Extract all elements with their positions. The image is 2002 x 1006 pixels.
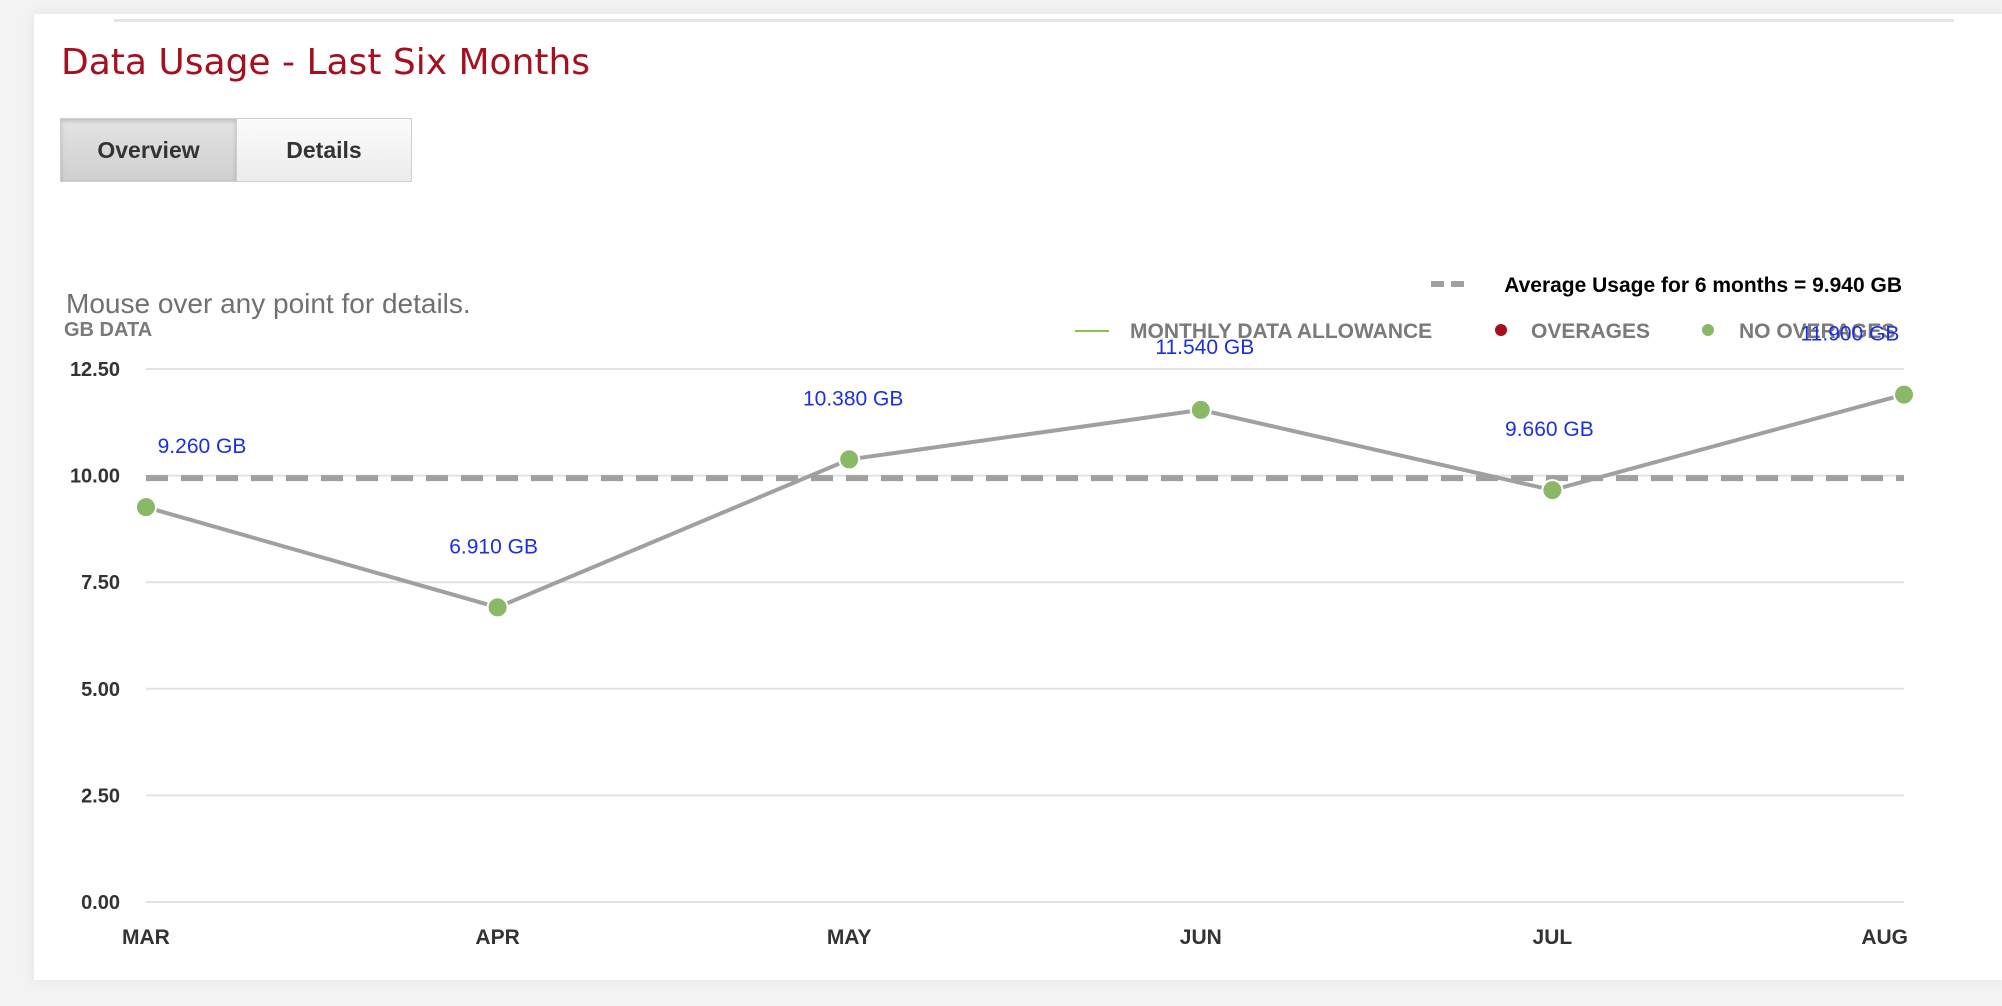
legend: Average Usage for 6 months = 9.940 GBMON…	[1075, 274, 1902, 343]
data-labels-layer: 9.260 GB 6.910 GB 10.380 GB 11.540 GB 9.660 …	[158, 323, 1900, 559]
data-label: 10.380 GB	[803, 387, 903, 410]
x-tick-label: JUL	[1533, 926, 1573, 949]
data-label: 9.660 GB	[1505, 418, 1594, 441]
series-line-layer	[145, 392, 1905, 610]
y-tick-label: 0.00	[81, 892, 120, 914]
average-legend-label: Average Usage for 6 months = 9.940 GB	[1504, 274, 1902, 297]
y-tick-label: 7.50	[81, 572, 120, 594]
overages-legend-swatch	[1495, 324, 1507, 336]
x-tick-label: MAY	[827, 926, 872, 949]
y-tick-label: 5.00	[81, 679, 120, 701]
y-tick-label: 10.00	[70, 466, 120, 488]
data-label: 11.900 GB	[1801, 323, 1900, 346]
no-overages-legend-swatch	[1702, 324, 1714, 336]
data-point-jul[interactable]	[1541, 479, 1564, 502]
data-point-mar[interactable]	[135, 496, 157, 519]
data-label: 6.910 GB	[449, 535, 538, 558]
data-label: 11.540 GB	[1155, 336, 1254, 359]
data-point-apr[interactable]	[486, 596, 509, 619]
x-tick-label: AUG	[1861, 926, 1908, 949]
y-tick-label: 2.50	[81, 785, 120, 807]
data-point-may[interactable]	[838, 448, 861, 471]
data-label: 9.260 GB	[158, 435, 247, 458]
x-tick-label: JUN	[1180, 926, 1222, 949]
y-tick-label: 12.50	[70, 359, 120, 381]
data-point-jun[interactable]	[1189, 398, 1212, 421]
grid-layer: GB DATA 12.50 10.00 7.50 5.00 2.50 0.00MAR APR M…	[64, 319, 1908, 949]
x-tick-label: MAR	[122, 926, 170, 949]
data-usage-card: Data Usage - Last Six Months Overview De…	[34, 14, 2002, 980]
usage-line-chart: GB DATA 12.50 10.00 7.50 5.00 2.50 0.00MAR APR M…	[64, 274, 1915, 949]
overages-legend-label: OVERAGES	[1531, 320, 1650, 343]
usage-series-line	[145, 392, 1905, 610]
x-tick-label: APR	[475, 926, 519, 949]
y-axis-title: GB DATA	[64, 319, 152, 341]
data-point-aug[interactable]	[1893, 383, 1915, 406]
